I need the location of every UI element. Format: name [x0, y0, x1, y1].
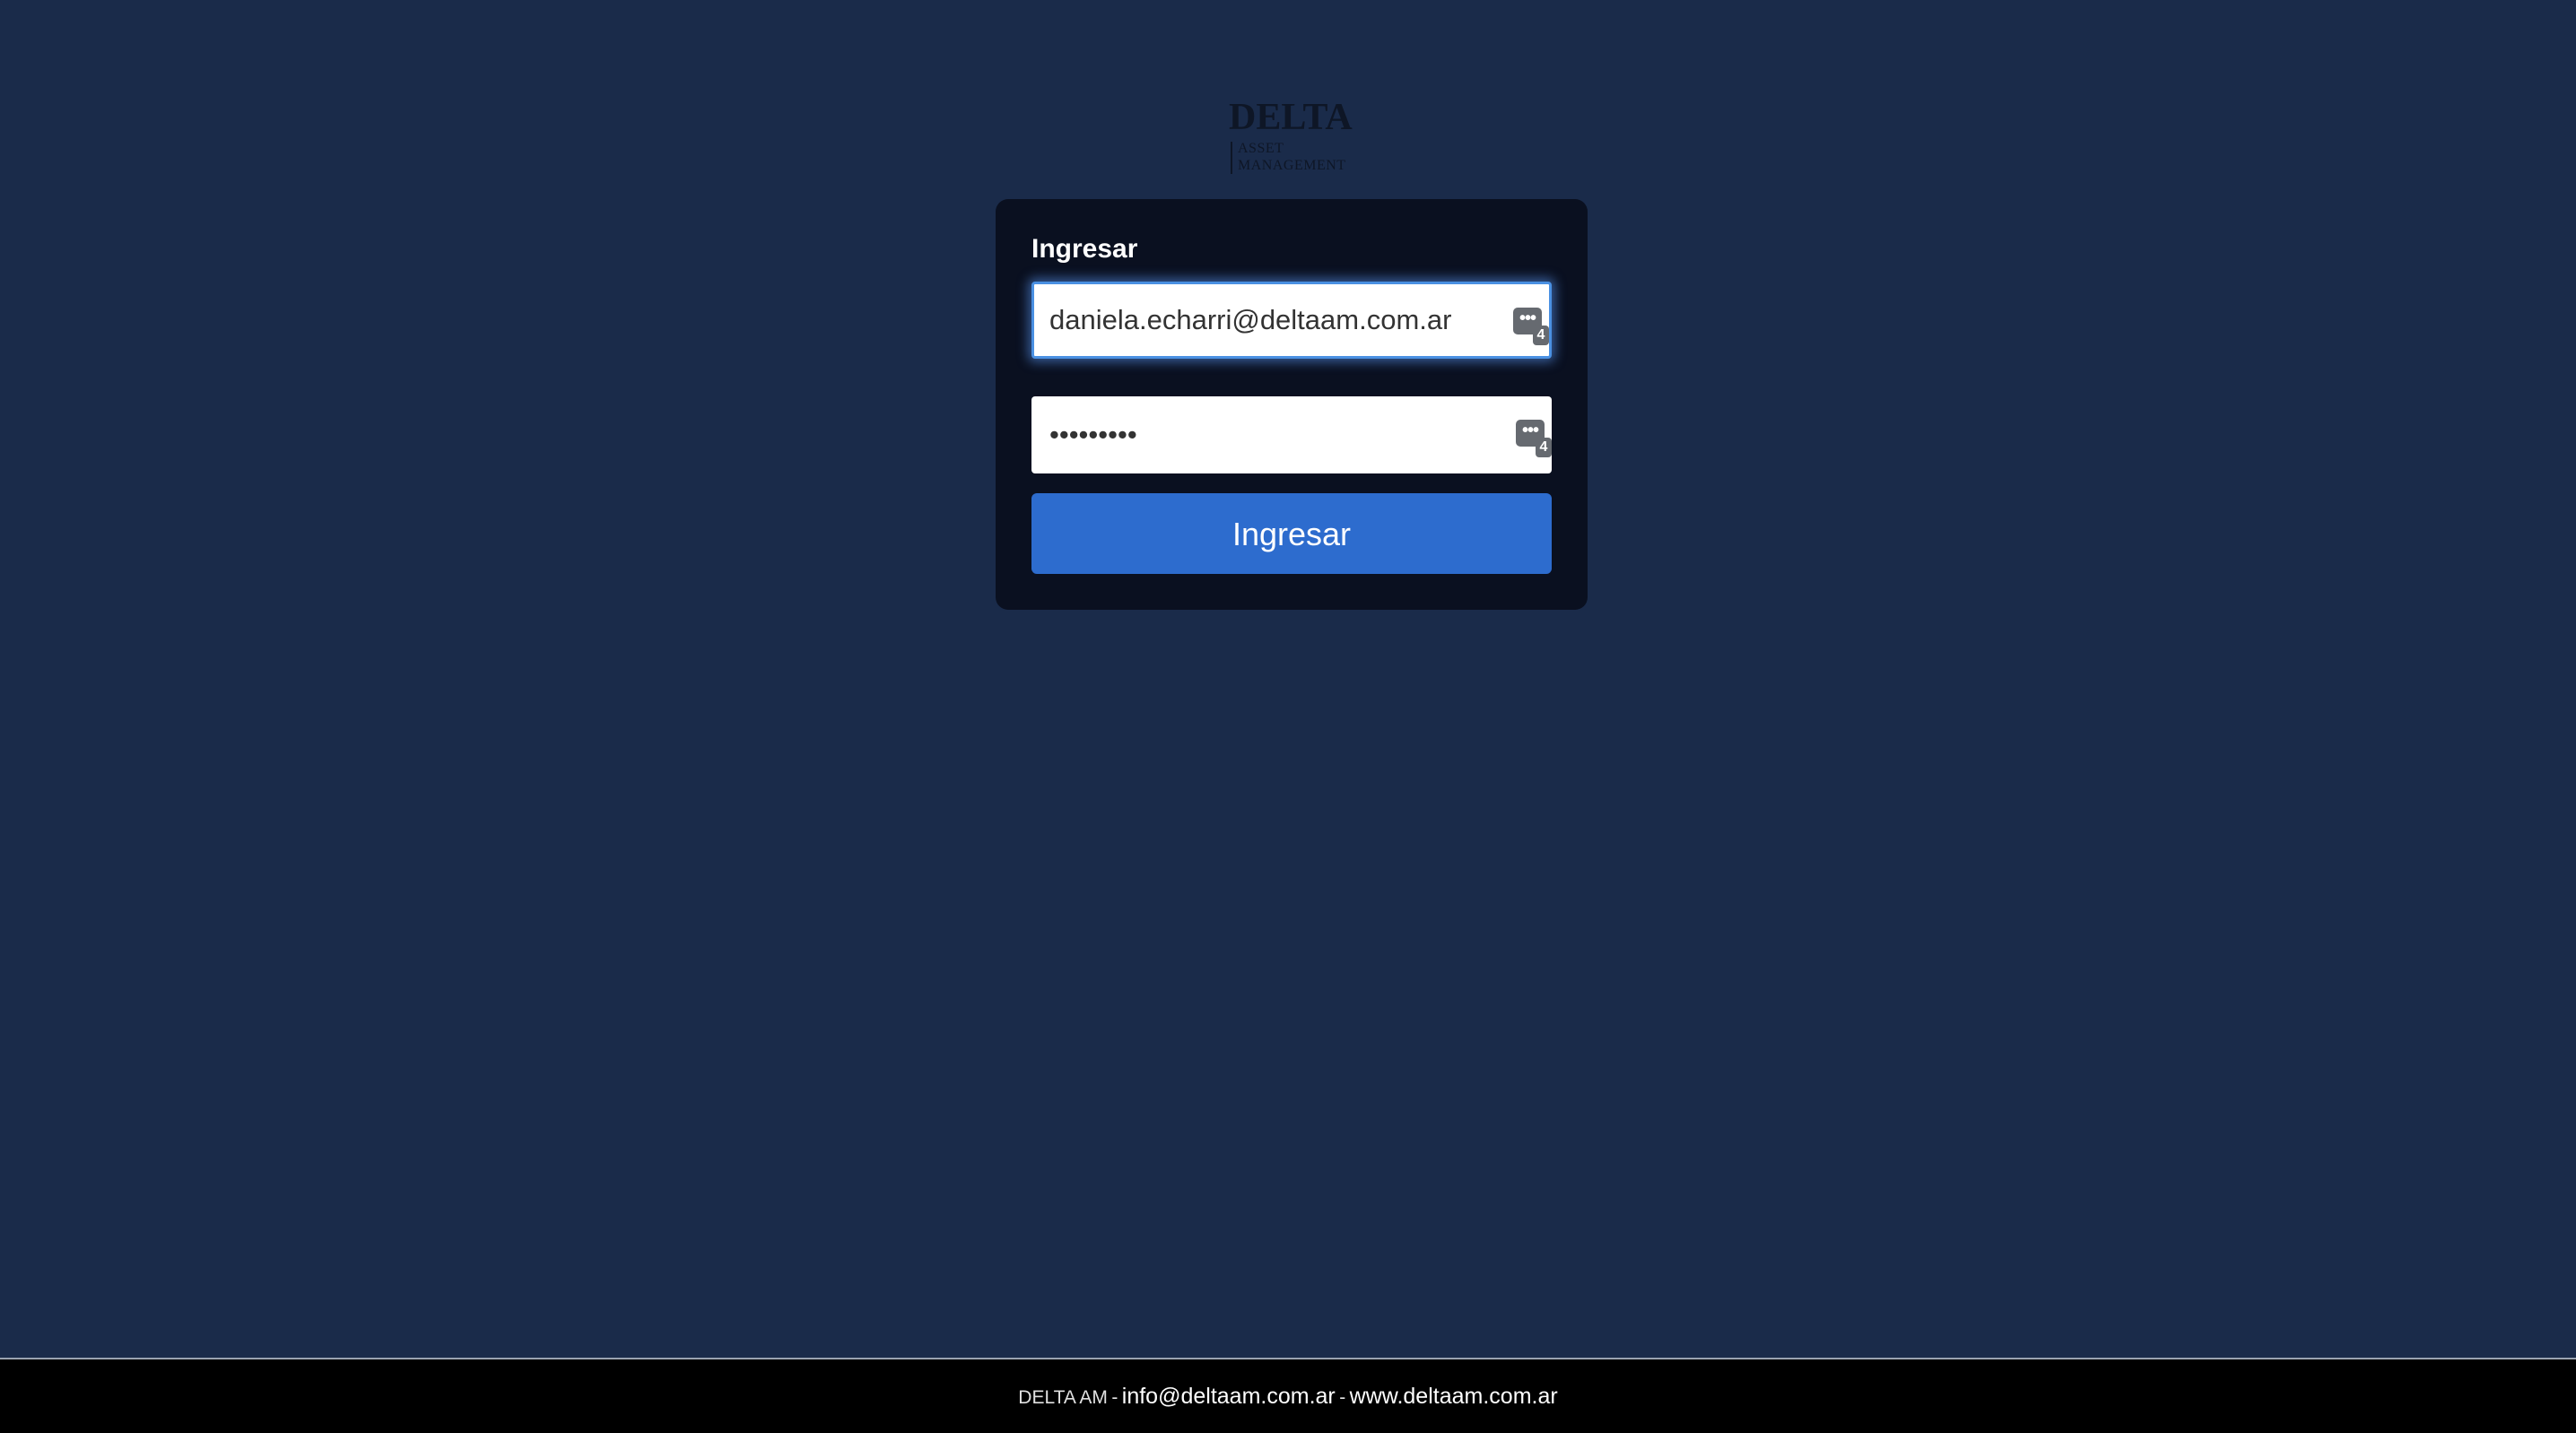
- footer-brand: DELTA AM: [1018, 1387, 1108, 1408]
- logo-divider: [1231, 142, 1232, 174]
- email-field[interactable]: ••• 4: [1031, 282, 1552, 359]
- password-field[interactable]: ••• 4: [1031, 396, 1552, 473]
- password-manager-icon[interactable]: ••• 4: [1516, 420, 1552, 457]
- password-manager-icon[interactable]: ••• 4: [1513, 308, 1549, 345]
- footer-website-link[interactable]: www.deltaam.com.ar: [1350, 1384, 1558, 1409]
- footer-email-link[interactable]: info@deltaam.com.ar: [1122, 1384, 1336, 1409]
- login-title: Ingresar: [1031, 234, 1138, 264]
- email-input[interactable]: [1049, 284, 1498, 356]
- logo-wordmark: DELTA: [1229, 97, 1353, 138]
- footer-separator: -: [1111, 1387, 1118, 1408]
- password-manager-count: 4: [1536, 438, 1552, 457]
- login-page: DELTA ASSET MANAGEMENT Ingresar ••• 4 ••…: [0, 0, 2576, 1433]
- login-submit-button[interactable]: Ingresar: [1031, 493, 1552, 574]
- delta-logo: DELTA ASSET MANAGEMENT: [1229, 97, 1354, 176]
- logo-subtitle-line1: ASSET: [1238, 141, 1284, 156]
- footer: DELTA AM - info@deltaam.com.ar - www.del…: [0, 1358, 2576, 1433]
- footer-separator: -: [1339, 1387, 1346, 1408]
- logo-subtitle: ASSET MANAGEMENT: [1238, 140, 1346, 174]
- logo-subtitle-line2: MANAGEMENT: [1238, 158, 1346, 173]
- login-card: Ingresar ••• 4 ••• 4 Ingresar: [996, 199, 1588, 610]
- password-manager-count: 4: [1533, 326, 1549, 345]
- password-input[interactable]: [1049, 396, 1498, 473]
